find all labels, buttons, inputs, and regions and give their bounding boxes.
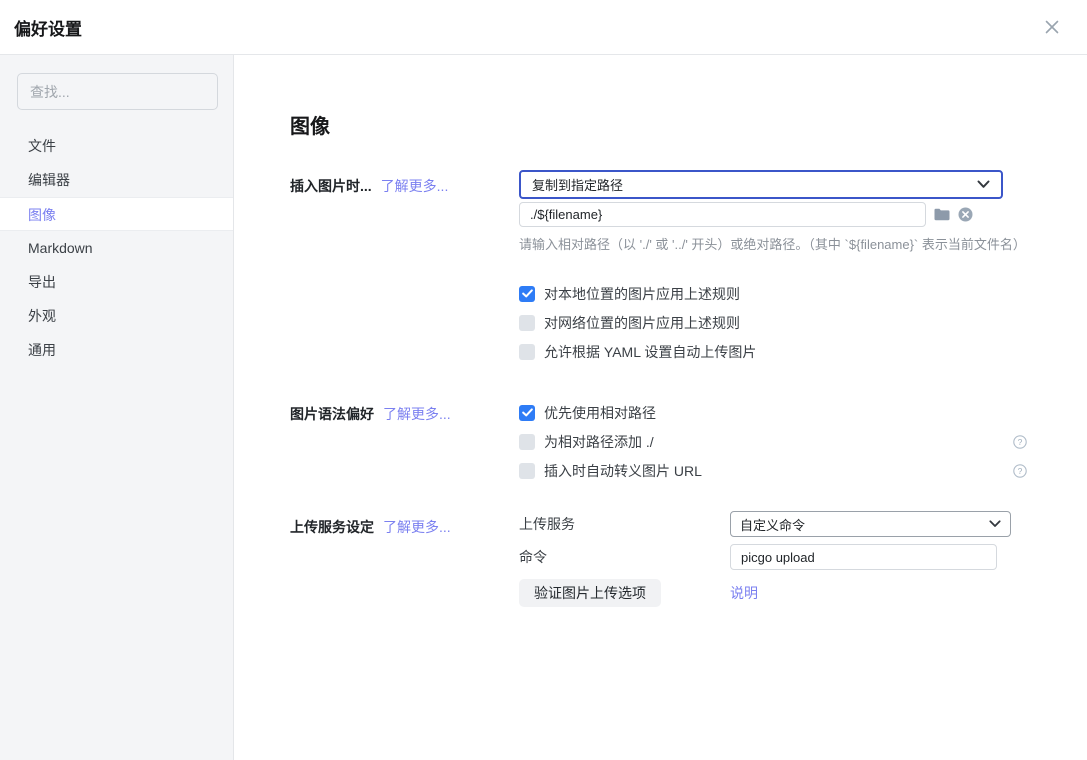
folder-icon [934, 208, 950, 221]
main-panel: 图像 插入图片时... 了解更多... 复制到指定路径 [234, 55, 1087, 760]
sidebar-item-export[interactable]: 导出 [0, 265, 233, 299]
checkbox-row-yaml-upload[interactable]: 允许根据 YAML 设置自动上传图片 [519, 337, 1029, 366]
sidebar-item-editor[interactable]: 编辑器 [0, 163, 233, 197]
section-upload-controls: 上传服务 自定义命令 命令 验证图片上传选项 [519, 511, 1029, 607]
upload-service-select-value: 自定义命令 [740, 515, 805, 534]
svg-text:?: ? [1018, 466, 1023, 476]
checkbox-row-network-images[interactable]: 对网络位置的图片应用上述规则 [519, 308, 1029, 337]
close-button[interactable] [1042, 17, 1062, 37]
section-syntax-label: 图片语法偏好 [290, 406, 374, 422]
checkbox-row-local-images[interactable]: 对本地位置的图片应用上述规则 [519, 279, 1029, 308]
insert-learn-more-link[interactable]: 了解更多... [381, 178, 449, 194]
section-syntax-controls: 优先使用相对路径 为相对路径添加 ./ ? [519, 398, 1029, 485]
path-row [519, 202, 1029, 227]
copy-path-input[interactable] [519, 202, 926, 227]
checkbox-network-images-label: 对网络位置的图片应用上述规则 [544, 313, 740, 333]
close-icon [1044, 19, 1060, 35]
upload-learn-more-link[interactable]: 了解更多... [383, 519, 451, 535]
sidebar-item-general[interactable]: 通用 [0, 333, 233, 367]
insert-checkbox-group: 对本地位置的图片应用上述规则 对网络位置的图片应用上述规则 [519, 279, 1029, 366]
window-title: 偏好设置 [14, 15, 82, 40]
help-button-escape-url[interactable]: ? [1013, 464, 1027, 478]
question-circle-icon: ? [1013, 435, 1027, 449]
clear-circle-icon [958, 207, 973, 222]
command-input[interactable] [730, 544, 997, 570]
checkbox-add-dot-slash[interactable] [519, 434, 535, 450]
section-upload-label-group: 上传服务设定了解更多... [290, 511, 519, 607]
checkbox-escape-url-label: 插入时自动转义图片 URL [544, 461, 702, 481]
upload-service-row: 上传服务 自定义命令 [519, 511, 1029, 537]
checkbox-network-images[interactable] [519, 315, 535, 331]
path-hint-text: 请输入相对路径（以 './' 或 '../' 开头）或绝对路径。（其中 `${f… [519, 234, 1029, 253]
help-button-add-dot-slash[interactable]: ? [1013, 435, 1027, 449]
page-title: 图像 [290, 115, 1087, 139]
search-input[interactable] [17, 73, 218, 110]
upload-service-label: 上传服务 [519, 514, 730, 534]
checkbox-yaml-upload-label: 允许根据 YAML 设置自动上传图片 [544, 342, 756, 362]
validate-row: 验证图片上传选项 说明 [519, 579, 1029, 607]
section-syntax-label-group: 图片语法偏好了解更多... [290, 398, 519, 485]
sidebar: 文件 编辑器 图像 Markdown 导出 外观 通用 [0, 55, 234, 760]
checkbox-escape-url[interactable] [519, 463, 535, 479]
checkbox-local-images-label: 对本地位置的图片应用上述规则 [544, 284, 740, 304]
sidebar-item-markdown[interactable]: Markdown [0, 231, 233, 265]
command-row: 命令 [519, 544, 1029, 570]
checkbox-row-relative-path[interactable]: 优先使用相对路径 [519, 398, 1029, 427]
section-image-syntax: 图片语法偏好了解更多... 优先使用相对路径 为相对路径添加 ./ [290, 398, 1087, 485]
preferences-window: 偏好设置 文件 编辑器 图像 Markdown 导出 外观 通用 图像 插入图片… [0, 0, 1087, 760]
sidebar-item-appearance[interactable]: 外观 [0, 299, 233, 333]
syntax-learn-more-link[interactable]: 了解更多... [383, 406, 451, 422]
checkbox-add-dot-slash-label: 为相对路径添加 ./ [544, 432, 654, 452]
clear-path-button[interactable] [958, 207, 973, 222]
titlebar: 偏好设置 [0, 0, 1087, 55]
section-upload-service: 上传服务设定了解更多... 上传服务 自定义命令 命令 [290, 511, 1087, 607]
command-label: 命令 [519, 547, 730, 567]
upload-help-link[interactable]: 说明 [730, 583, 758, 603]
checkbox-relative-path[interactable] [519, 405, 535, 421]
sidebar-item-file[interactable]: 文件 [0, 129, 233, 163]
upload-service-select[interactable]: 自定义命令 [730, 511, 1011, 537]
checkbox-yaml-upload[interactable] [519, 344, 535, 360]
sidebar-nav: 文件 编辑器 图像 Markdown 导出 外观 通用 [0, 129, 233, 367]
section-insert-label-group: 插入图片时... 了解更多... [290, 170, 519, 366]
insert-action-select-value: 复制到指定路径 [532, 175, 623, 194]
checkbox-relative-path-label: 优先使用相对路径 [544, 403, 656, 423]
validate-upload-button[interactable]: 验证图片上传选项 [519, 579, 661, 607]
checkbox-row-escape-url[interactable]: 插入时自动转义图片 URL ? [519, 456, 1029, 485]
svg-text:?: ? [1018, 437, 1023, 447]
checkbox-local-images[interactable] [519, 286, 535, 302]
section-insert-image: 插入图片时... 了解更多... 复制到指定路径 [290, 170, 1087, 366]
checkmark-icon [522, 289, 533, 298]
browse-folder-button[interactable] [934, 208, 950, 221]
sidebar-item-image[interactable]: 图像 [0, 197, 233, 231]
chevron-down-icon [989, 520, 1001, 528]
section-upload-label: 上传服务设定 [290, 519, 374, 535]
section-insert-label: 插入图片时... [290, 178, 372, 194]
chevron-down-icon [977, 180, 990, 189]
section-insert-controls: 复制到指定路径 请输入相对路径（以 './ [519, 170, 1029, 366]
insert-action-select[interactable]: 复制到指定路径 [519, 170, 1003, 199]
question-circle-icon: ? [1013, 464, 1027, 478]
window-body: 文件 编辑器 图像 Markdown 导出 外观 通用 图像 插入图片时... 了… [0, 55, 1087, 760]
checkbox-row-add-dot-slash[interactable]: 为相对路径添加 ./ ? [519, 427, 1029, 456]
checkmark-icon [522, 408, 533, 417]
